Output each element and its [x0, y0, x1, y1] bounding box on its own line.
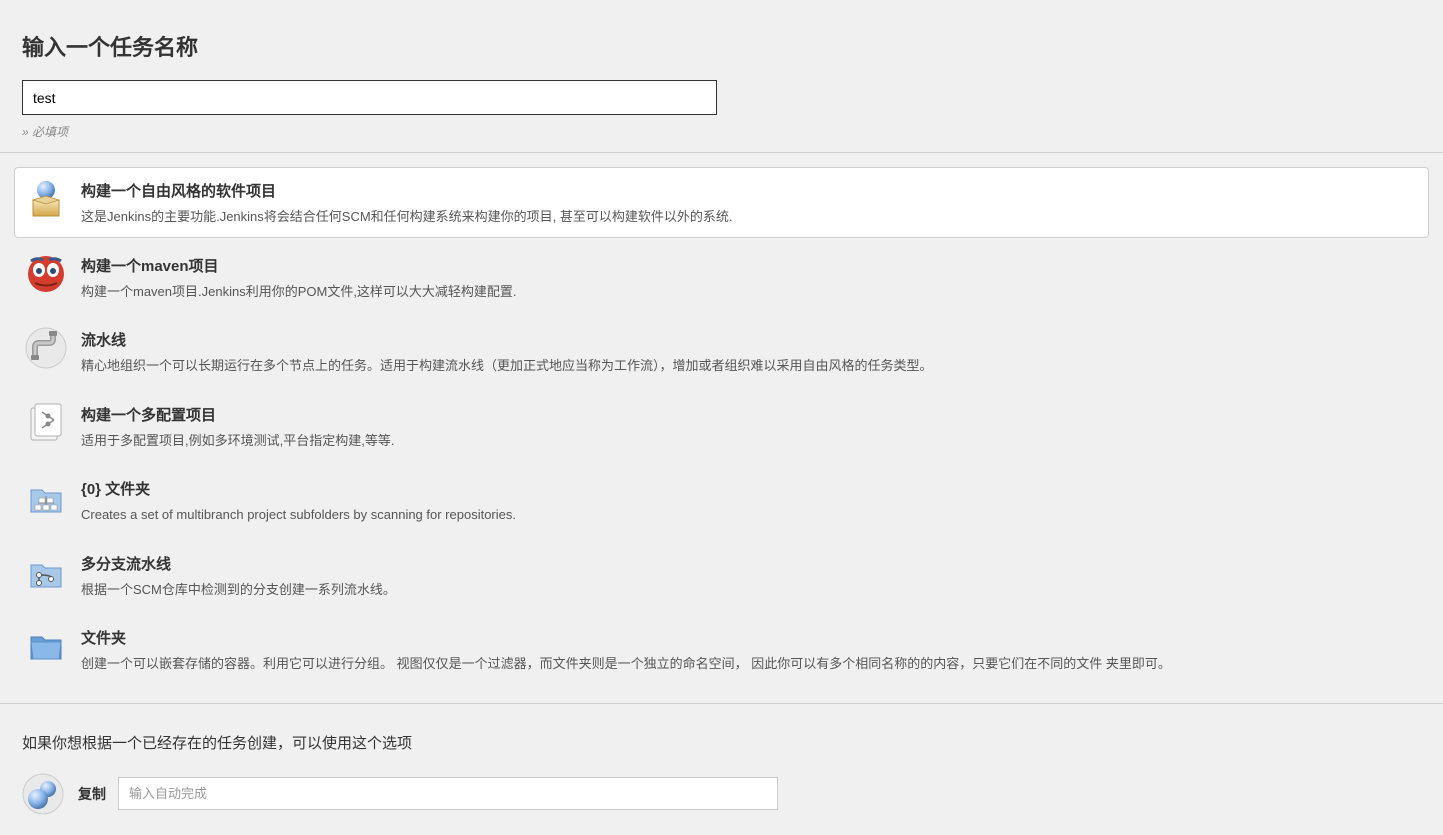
category-desc: Creates a set of multibranch project sub…	[81, 505, 1418, 525]
category-item-pipeline[interactable]: 流水线精心地组织一个可以长期运行在多个节点上的任务。适用于构建流水线（更加正式地…	[14, 316, 1429, 387]
category-desc: 根据一个SCM仓库中检测到的分支创建一系列流水线。	[81, 580, 1418, 600]
multiconfig-icon	[25, 402, 67, 444]
copy-from-input[interactable]	[118, 777, 778, 810]
category-desc: 构建一个maven项目.Jenkins利用你的POM文件,这样可以大大减轻构建配…	[81, 282, 1418, 302]
multibranch-icon	[25, 551, 67, 593]
category-item-freestyle[interactable]: 构建一个自由风格的软件项目这是Jenkins的主要功能.Jenkins将会结合任…	[14, 167, 1429, 238]
orgfolder-icon	[25, 476, 67, 518]
category-item-multibranch[interactable]: 多分支流水线根据一个SCM仓库中检测到的分支创建一系列流水线。	[14, 540, 1429, 611]
category-title: 构建一个自由风格的软件项目	[81, 180, 1418, 201]
category-desc: 适用于多配置项目,例如多环境测试,平台指定构建,等等.	[81, 431, 1418, 451]
maven-icon	[25, 253, 67, 295]
categories-list: 构建一个自由风格的软件项目这是Jenkins的主要功能.Jenkins将会结合任…	[0, 153, 1443, 703]
category-title: 文件夹	[81, 627, 1418, 648]
category-item-multiconfig[interactable]: 构建一个多配置项目适用于多配置项目,例如多环境测试,平台指定构建,等等.	[14, 391, 1429, 462]
category-desc: 创建一个可以嵌套存储的容器。利用它可以进行分组。 视图仅仅是一个过滤器，而文件夹…	[81, 654, 1418, 674]
freestyle-icon	[25, 178, 67, 220]
category-item-folder[interactable]: 文件夹创建一个可以嵌套存储的容器。利用它可以进行分组。 视图仅仅是一个过滤器，而…	[14, 614, 1429, 685]
copy-section: 如果你想根据一个已经存在的任务创建，可以使用这个选项 复制	[0, 703, 1443, 835]
pipeline-icon	[25, 327, 67, 369]
category-desc: 这是Jenkins的主要功能.Jenkins将会结合任何SCM和任何构建系统来构…	[81, 207, 1418, 227]
header-section: 输入一个任务名称 » 必填项	[0, 0, 1443, 153]
copy-label: 复制	[78, 784, 106, 804]
copy-icon	[22, 773, 64, 815]
category-title: 构建一个多配置项目	[81, 404, 1418, 425]
category-title: 流水线	[81, 329, 1418, 350]
category-title: 构建一个maven项目	[81, 255, 1418, 276]
category-title: {0} 文件夹	[81, 478, 1418, 499]
copy-prompt: 如果你想根据一个已经存在的任务创建，可以使用这个选项	[22, 732, 1421, 753]
category-item-maven[interactable]: 构建一个maven项目构建一个maven项目.Jenkins利用你的POM文件,…	[14, 242, 1429, 313]
folder-icon	[25, 625, 67, 667]
category-item-orgfolder[interactable]: {0} 文件夹 Creates a set of multibranch proj…	[14, 465, 1429, 536]
page-title: 输入一个任务名称	[22, 30, 1421, 62]
category-desc: 精心地组织一个可以长期运行在多个节点上的任务。适用于构建流水线（更加正式地应当称…	[81, 356, 1418, 376]
category-title: 多分支流水线	[81, 553, 1418, 574]
required-hint: » 必填项	[22, 123, 1421, 140]
item-name-input[interactable]	[22, 80, 717, 115]
